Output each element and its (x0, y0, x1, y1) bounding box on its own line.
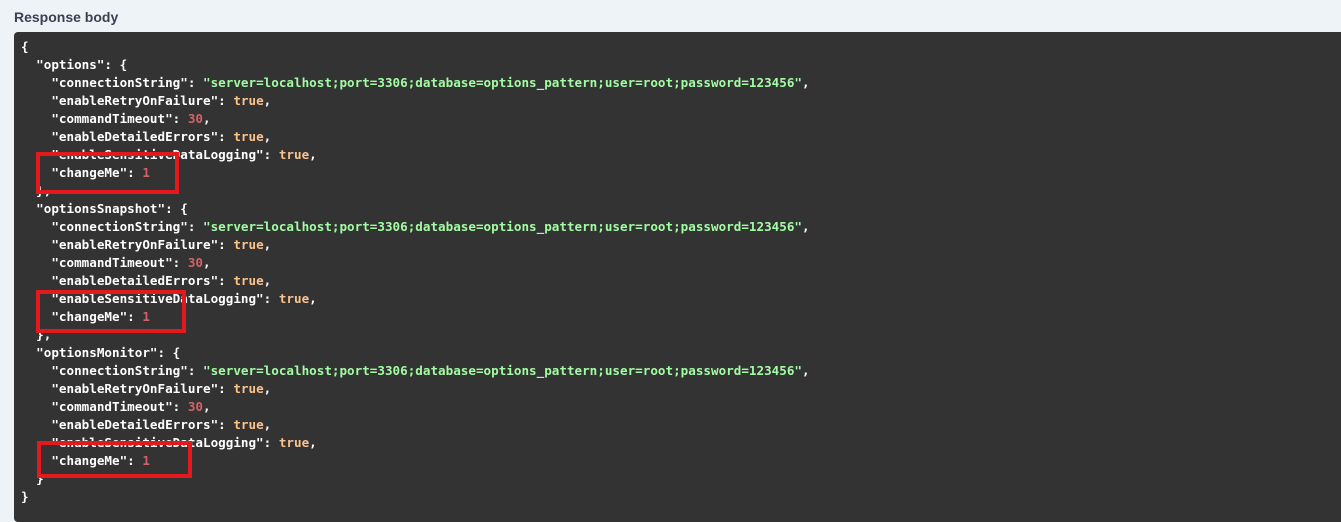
section-close-brace: } (36, 471, 44, 486)
code-line: "optionsSnapshot": { (21, 200, 810, 218)
code-line: "changeMe": 1 (51, 165, 150, 180)
property-value: true (278, 435, 310, 450)
code-line: }, (21, 326, 810, 344)
code-line: } (21, 488, 810, 506)
property-key: "enableDetailedErrors" (51, 129, 219, 144)
property-value: 1 (142, 453, 150, 468)
json-close-brace: } (21, 489, 29, 504)
property-value: true (233, 93, 264, 108)
section-key: "optionsMonitor" (36, 345, 158, 360)
property-separator: , (801, 363, 810, 378)
property-separator: , (309, 435, 317, 450)
property-value: true (278, 147, 310, 162)
code-line: "enableDetailedErrors": true, (51, 417, 272, 432)
property-value: true (233, 273, 264, 288)
property-value: true (278, 291, 310, 306)
section-open-brace: : { (157, 345, 181, 360)
code-line: "options": { (21, 56, 810, 74)
property-value: "server=localhost;port=3306;database=opt… (203, 219, 802, 234)
property-value: true (233, 417, 264, 432)
property-key: "enableRetryOnFailure" (51, 93, 219, 108)
property-separator: , (801, 219, 810, 234)
section-key: "options" (36, 57, 105, 72)
property-separator: , (309, 291, 317, 306)
property-separator: , (309, 147, 317, 162)
property-separator: , (263, 273, 272, 288)
code-line: "optionsMonitor": { (21, 344, 810, 362)
code-line: "enableRetryOnFailure": true, (51, 381, 272, 396)
property-separator: , (263, 381, 272, 396)
property-value: 1 (142, 309, 150, 324)
property-separator: , (263, 237, 272, 252)
property-separator: , (203, 111, 211, 126)
property-key: "changeMe" (51, 309, 128, 324)
property-key: "commandTimeout" (51, 399, 173, 414)
property-value: "server=localhost;port=3306;database=opt… (203, 75, 802, 90)
property-key: "enableSensitiveDataLogging" (51, 291, 264, 306)
code-line: { (21, 38, 810, 56)
property-key: "commandTimeout" (51, 111, 173, 126)
code-line: "commandTimeout": 30, (51, 255, 211, 270)
code-line: "commandTimeout": 30, (51, 399, 211, 414)
section-close-brace: }, (36, 327, 52, 342)
property-value: 30 (187, 399, 204, 414)
code-line: "connectionString": "server=localhost;po… (51, 363, 810, 378)
code-line: "enableDetailedErrors": true, (51, 129, 272, 144)
property-value: 1 (142, 165, 150, 180)
code-line: "connectionString": "server=localhost;po… (51, 75, 810, 90)
property-separator: , (263, 417, 272, 432)
code-line: "enableDetailedErrors": true, (51, 273, 272, 288)
property-value: true (233, 381, 264, 396)
section-close-brace: }, (36, 183, 52, 198)
property-value: true (233, 237, 264, 252)
response-body-label: Response body (14, 9, 119, 25)
response-body-code-panel[interactable]: { "options": { "connectionString": "serv… (14, 32, 1341, 522)
json-open-brace: { (21, 39, 29, 54)
code-line: "changeMe": 1 (51, 309, 150, 324)
property-key: "connectionString" (51, 363, 188, 378)
code-line: }, (21, 182, 810, 200)
property-value: 30 (187, 255, 204, 270)
section-key: "optionsSnapshot" (36, 201, 166, 216)
property-key: "enableRetryOnFailure" (51, 237, 219, 252)
property-key: "connectionString" (51, 219, 188, 234)
code-line: "changeMe": 1 (51, 453, 150, 468)
property-separator: , (263, 93, 272, 108)
section-open-brace: : { (104, 57, 128, 72)
property-key: "enableRetryOnFailure" (51, 381, 219, 396)
property-separator: , (203, 255, 211, 270)
property-key: "connectionString" (51, 75, 188, 90)
code-line: "enableSensitiveDataLogging": true, (51, 147, 317, 162)
property-key: "changeMe" (51, 165, 128, 180)
property-separator: , (263, 129, 272, 144)
property-key: "enableSensitiveDataLogging" (51, 435, 264, 450)
json-code-block: { "options": { "connectionString": "serv… (21, 38, 810, 506)
code-line: "connectionString": "server=localhost;po… (51, 219, 810, 234)
property-key: "enableSensitiveDataLogging" (51, 147, 264, 162)
property-key: "commandTimeout" (51, 255, 173, 270)
property-value: "server=localhost;port=3306;database=opt… (203, 363, 802, 378)
property-separator: , (801, 75, 810, 90)
code-line: "enableSensitiveDataLogging": true, (51, 291, 317, 306)
property-key: "enableDetailedErrors" (51, 273, 219, 288)
code-line: "enableRetryOnFailure": true, (51, 93, 272, 108)
property-value: true (233, 129, 264, 144)
property-key: "changeMe" (51, 453, 128, 468)
property-value: 30 (187, 111, 204, 126)
property-separator: , (203, 399, 211, 414)
code-line: "commandTimeout": 30, (51, 111, 211, 126)
code-line: } (21, 470, 810, 488)
section-open-brace: : { (165, 201, 188, 216)
code-line: "enableRetryOnFailure": true, (51, 237, 272, 252)
property-key: "enableDetailedErrors" (51, 417, 219, 432)
code-line: "enableSensitiveDataLogging": true, (51, 435, 317, 450)
